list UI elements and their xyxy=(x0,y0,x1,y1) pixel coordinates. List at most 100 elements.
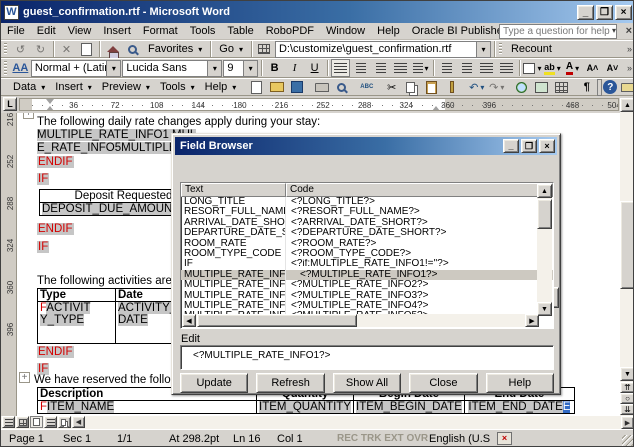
dialog-maximize-button[interactable]: ❐ xyxy=(521,139,537,153)
font-combo[interactable]: Lucida Sans ▾ xyxy=(122,60,222,77)
hscroll-thumb[interactable] xyxy=(151,416,619,429)
column-header-code[interactable]: Code xyxy=(286,183,553,197)
address-dropdown-icon[interactable]: ▾ xyxy=(476,42,490,57)
tab-selector[interactable]: L xyxy=(3,97,17,111)
close-button[interactable]: Close xyxy=(409,373,477,393)
column-header-text[interactable]: Text xyxy=(181,183,286,197)
dialog-title-bar[interactable]: Field Browser _ ❐ × xyxy=(175,137,557,155)
field-row[interactable]: MULTIPLE_RATE_INFO2<?MULTIPLE_RATE_INFO2… xyxy=(181,280,553,290)
spelling-status-icon[interactable]: × xyxy=(497,432,512,445)
bold-button[interactable]: B xyxy=(265,59,284,77)
bullets-button[interactable] xyxy=(457,59,476,77)
menu-item-format[interactable]: Format xyxy=(137,24,184,38)
menu-item-robopdf[interactable]: RoboPDF xyxy=(260,24,320,38)
field-row[interactable]: DEPARTURE_DATE_SH...<?DEPARTURE_DATE_SHO… xyxy=(181,228,553,238)
field-list-header[interactable]: Text Code xyxy=(181,183,553,197)
refresh-button[interactable]: Refresh xyxy=(256,373,324,393)
underline-button[interactable]: U xyxy=(305,59,324,77)
scroll-left-icon[interactable]: ◀ xyxy=(72,416,85,428)
vertical-scrollbar[interactable]: ▲ ▼ ⇈ ○ ⇊ xyxy=(620,98,634,416)
font-dropdown-icon[interactable]: ▾ xyxy=(207,61,221,76)
highlight-button[interactable]: ab▾ xyxy=(543,59,562,77)
doc-field[interactable]: DATE xyxy=(118,314,148,326)
align-left-button[interactable] xyxy=(331,59,350,77)
print-preview-icon[interactable] xyxy=(332,78,351,96)
help-icon[interactable]: ? xyxy=(603,80,617,94)
field-row[interactable]: MULTIPLE_RATE_INFO4<?MULTIPLE_RATE_INFO4… xyxy=(181,301,553,311)
menu-item-window[interactable]: Window xyxy=(320,24,371,38)
doc-field[interactable]: ITEM_END_DATE xyxy=(468,401,562,413)
field-browser-dialog[interactable]: Field Browser _ ❐ × Find ▾ Find Next Tex… xyxy=(171,133,561,395)
border-button[interactable]: ▾ xyxy=(523,59,542,77)
vertical-ruler[interactable]: 216252288324360396 xyxy=(1,113,17,416)
field-row[interactable]: RESORT_FULL_NAME<?RESORT_FULL_NAME?> xyxy=(181,207,553,217)
doc-field[interactable]: ACTIVIT xyxy=(46,302,90,314)
field-row[interactable]: LONG_TITLE<?LONG_TITLE?> xyxy=(181,197,553,207)
scroll-up-icon[interactable]: ▲ xyxy=(537,184,552,198)
refresh-icon[interactable] xyxy=(77,40,96,58)
first-line-indent-marker[interactable] xyxy=(46,99,54,104)
help-button[interactable]: Help xyxy=(486,373,554,393)
show-all-button[interactable]: Show All xyxy=(333,373,401,393)
menu-item-help[interactable]: Help xyxy=(371,24,406,38)
update-button[interactable]: Update xyxy=(180,373,248,393)
toolbar-grip[interactable] xyxy=(4,43,7,56)
close-button[interactable]: × xyxy=(615,5,632,20)
cut-icon[interactable]: ✂ xyxy=(382,78,401,96)
doc-if-field[interactable]: IF xyxy=(37,241,49,253)
list-hscroll-thumb[interactable] xyxy=(197,314,357,327)
question-dropdown-icon[interactable]: ▾ xyxy=(612,26,616,35)
show-web-toolbar-icon[interactable] xyxy=(255,40,274,58)
reading-layout-icon[interactable] xyxy=(58,416,71,428)
zoom-combo[interactable]: 110% ▾ xyxy=(597,79,602,96)
field-row[interactable]: MULTIPLE_RATE_INFO1<?MULTIPLE_RATE_INFO1… xyxy=(181,270,553,280)
web-search-icon[interactable] xyxy=(123,40,142,58)
doc-if-field[interactable]: IF xyxy=(37,173,49,185)
dialog-close-button[interactable]: × xyxy=(539,139,555,153)
font-size-combo[interactable]: 9 ▾ xyxy=(223,60,258,77)
spelling-icon[interactable]: ABC xyxy=(357,78,376,96)
format-painter-icon[interactable] xyxy=(442,78,461,96)
select-browse-object-icon[interactable]: ○ xyxy=(620,393,634,404)
title-bar[interactable]: W guest_confirmation.rtf - Microsoft Wor… xyxy=(1,1,634,23)
grow-font-button[interactable]: A˄ xyxy=(583,59,602,77)
table-move-handle-icon[interactable]: + xyxy=(23,113,34,119)
go-menu[interactable]: Go▾ xyxy=(214,42,248,56)
status-modes[interactable]: REC TRK EXT OVR xyxy=(337,433,428,444)
justify-button[interactable] xyxy=(391,59,410,77)
zoom-dropdown-icon[interactable]: ▾ xyxy=(597,80,601,95)
save-icon[interactable] xyxy=(287,78,306,96)
address-bar[interactable]: D:\customize\guest_confirmation.rtf ▾ xyxy=(275,41,491,58)
size-dropdown-icon[interactable]: ▾ xyxy=(243,61,257,76)
dialog-minimize-button[interactable]: _ xyxy=(503,139,519,153)
print-icon[interactable] xyxy=(312,78,331,96)
menu-item-oracle-bi-publisher[interactable]: Oracle BI Publisher xyxy=(406,24,513,38)
web-layout-view-icon[interactable] xyxy=(16,416,29,428)
home-icon[interactable] xyxy=(103,40,122,58)
bip-menu-preview[interactable]: Preview▾ xyxy=(97,80,155,94)
styles-and-formatting-icon[interactable]: AA xyxy=(11,59,30,77)
hanging-indent-marker[interactable] xyxy=(46,106,54,111)
print-layout-view-icon[interactable] xyxy=(30,416,43,428)
decrease-indent-button[interactable] xyxy=(477,59,496,77)
bip-menu-help[interactable]: Help▾ xyxy=(200,80,242,94)
right-indent-marker[interactable] xyxy=(432,106,440,111)
field-row[interactable]: ROOM_RATE<?ROOM_RATE?> xyxy=(181,239,553,249)
field-row[interactable]: ARRIVAL_DATE_SHORT<?ARRIVAL_DATE_SHORT?> xyxy=(181,218,553,228)
menu-item-file[interactable]: File xyxy=(1,24,31,38)
open-icon[interactable] xyxy=(267,78,286,96)
list-scroll-thumb[interactable] xyxy=(537,199,552,229)
insert-excel-icon[interactable] xyxy=(532,78,551,96)
numbering-button[interactable] xyxy=(437,59,456,77)
recount-button[interactable]: Recount xyxy=(506,42,557,56)
field-row[interactable]: IF<?if:MULTIPLE_RATE_INFO1!=''?> xyxy=(181,259,553,269)
menu-item-insert[interactable]: Insert xyxy=(97,24,137,38)
scroll-down-icon[interactable]: ▼ xyxy=(620,367,634,381)
bip-menu-data[interactable]: Data▾ xyxy=(8,80,50,94)
scroll-down-icon[interactable]: ▼ xyxy=(537,302,552,316)
menu-item-edit[interactable]: Edit xyxy=(31,24,62,38)
doc-field[interactable]: ITEM_QUANTITY xyxy=(259,401,351,413)
bip-menu-insert[interactable]: Insert▾ xyxy=(50,80,97,94)
read-icon[interactable] xyxy=(618,78,634,96)
list-vertical-scrollbar[interactable]: ▲ ▼ xyxy=(537,184,552,316)
